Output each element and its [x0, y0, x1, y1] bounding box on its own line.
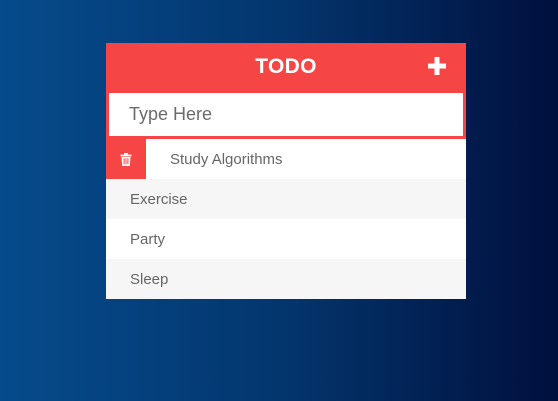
todo-list: Study Algorithms Exercise Party Sleep	[106, 139, 466, 299]
add-todo-button[interactable]	[428, 57, 446, 75]
delete-todo-button[interactable]	[106, 139, 146, 179]
new-todo-input[interactable]	[109, 93, 463, 136]
todo-item-sleep[interactable]: Sleep	[106, 259, 466, 299]
plus-icon	[428, 57, 446, 75]
new-todo-input-wrapper	[106, 91, 466, 139]
todo-item-label: Study Algorithms	[170, 150, 283, 168]
todo-item-label: Sleep	[130, 270, 169, 288]
todo-item-exercise[interactable]: Exercise	[106, 179, 466, 219]
todo-item-party[interactable]: Party	[106, 219, 466, 259]
todo-item-label: Exercise	[130, 190, 188, 208]
todo-title: TODO	[255, 55, 317, 78]
trash-icon	[120, 152, 132, 166]
todo-header: TODO	[106, 43, 466, 91]
todo-card: TODO Study Algorithms	[106, 43, 466, 299]
todo-item-study-algorithms[interactable]: Study Algorithms	[106, 139, 466, 179]
todo-item-label: Party	[130, 230, 166, 248]
